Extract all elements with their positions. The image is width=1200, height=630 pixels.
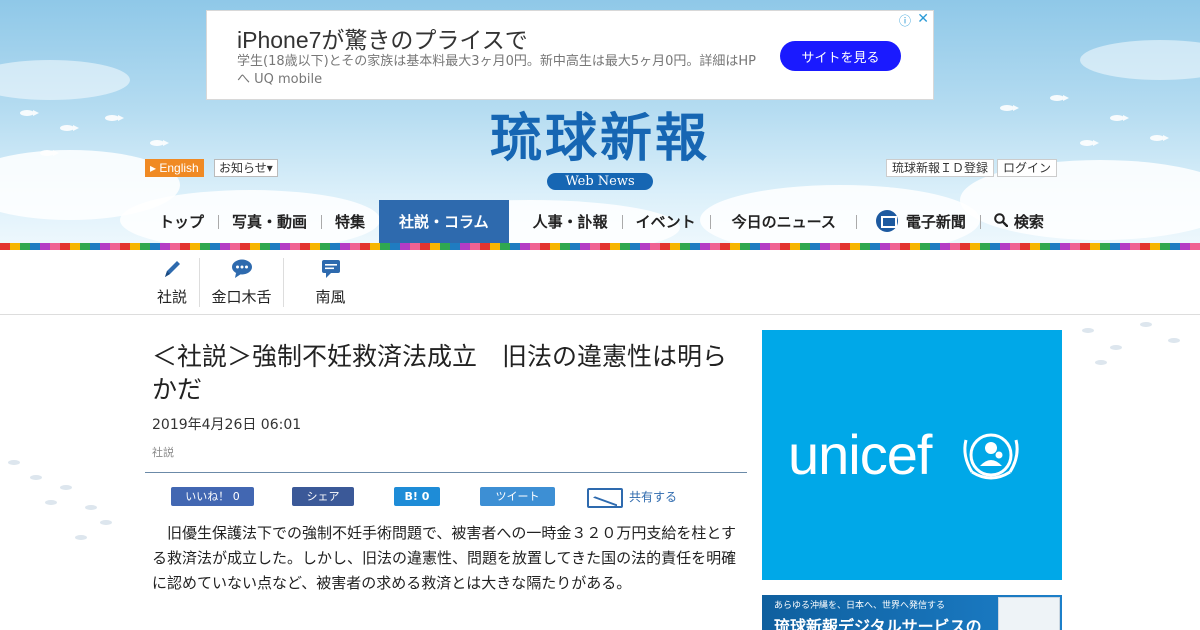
article-date: 2019年4月26日 06:01 [152,417,302,433]
notice-label: お知らせ [219,161,267,175]
logo-wordmark: 琉球新報 [489,108,710,169]
play-arrow-icon: ▸ [150,161,160,175]
divider [145,472,747,473]
mail-icon [587,487,623,508]
ad-title[interactable]: iPhone7が驚きのプライスで [237,21,528,55]
decorative-band [0,243,1200,250]
ad-choices-icon[interactable]: ⓘ [899,12,911,29]
logo-subtitle: Web News [547,173,653,190]
nav-digital-paper-label: 電子新聞 [905,213,966,231]
ad-description[interactable]: 学生(18歳以下)とその家族は基本料最大3ヶ月0円。新中高生は最大5ヶ月0円。詳… [237,53,757,89]
screen-preview-image [998,597,1060,630]
article: ＜社説＞強制不妊救済法成立 旧法の違憲性は明らかだ 2019年4月26日 06:… [145,340,747,596]
subnav-item-nanpu[interactable]: 南風 [283,258,377,307]
article-lead: 旧優生保護法下での強制不妊手術問題で、被害者への一時金３２０万円支給を柱とする救… [152,524,737,592]
caret-down-icon: ▾ [266,161,273,175]
id-register-button[interactable]: 琉球新報ＩＤ登録 [886,159,995,177]
banner-tagline: あらゆる沖縄を、日本へ、世界へ発信する [774,601,946,611]
subnav-item-kinkuchi[interactable]: 金口木舌 [199,258,283,307]
nav-digital-paper[interactable]: 電子新聞 [855,200,980,244]
nav-todays-news[interactable]: 今日のニュース [709,200,856,244]
login-button[interactable]: ログイン [997,159,1058,177]
subnav-label-kinkuchi: 金口木舌 [211,288,272,306]
advertisement-banner[interactable]: iPhone7が驚きのプライスで 学生(18歳以下)とその家族は基本料最大3ヶ月… [206,10,934,100]
subnav-label-nanpu: 南風 [315,288,346,306]
comment-icon [284,258,377,280]
hatena-bookmark-button[interactable]: B! 0 [394,487,440,506]
nav-events[interactable]: イベント [621,200,710,244]
nav-features[interactable]: 特集 [321,200,379,244]
notice-dropdown[interactable]: お知らせ▾ [214,159,278,177]
share-bar: いいね！ 0 シェア B! 0 ツイート 共有する [145,485,747,521]
digital-service-banner[interactable]: あらゆる沖縄を、日本へ、世界へ発信する 琉球新報デジタルサービスの [762,595,1062,630]
article-headline: ＜社説＞強制不妊救済法成立 旧法の違憲性は明らかだ [152,342,728,404]
article-category[interactable]: 社説 [145,444,747,460]
unicef-emblem-icon [958,426,1024,488]
nav-photo-video[interactable]: 写真・動画 [218,200,321,244]
banner-headline: 琉球新報デジタルサービスの [774,617,982,630]
mail-share-label: 共有する [629,490,678,504]
nav-editorial-column[interactable]: 社説・コラム [379,200,509,244]
subnav-label-editorial: 社説 [156,288,187,306]
english-button[interactable]: ▸ English [145,159,204,177]
facebook-share-button[interactable]: シェア [292,487,354,506]
ad-close-icon[interactable]: ✕ [917,11,929,27]
search-icon [994,200,1009,244]
subnav-item-editorial[interactable]: 社説 [145,258,199,307]
site-logo[interactable]: 琉球新報 Web News [450,108,750,190]
facebook-like-button[interactable]: いいね！ 0 [171,487,254,506]
tweet-button[interactable]: ツイート [480,487,555,506]
main-nav: トップ 写真・動画 特集 社説・コラム 人事・訃報 イベント 今日のニュース 電… [145,200,1058,244]
unicef-ad[interactable]: unicef [762,330,1062,580]
unicef-wordmark: unicef [788,423,932,486]
digital-newspaper-icon [875,209,898,232]
subnav-area: 社説 金口木舌 南風 [0,250,1200,315]
nav-top[interactable]: トップ [145,200,218,244]
nav-search-label: 検索 [1013,213,1044,231]
subnav: 社説 金口木舌 南風 [145,258,377,307]
mail-share-link[interactable]: 共有する [587,485,677,509]
speech-bubble-icon [200,258,283,280]
nav-search[interactable]: 検索 [979,200,1058,244]
nav-personnel-obituaries[interactable]: 人事・訃報 [509,200,622,244]
english-label: English [159,161,199,175]
pen-icon [145,258,199,280]
ad-visit-site-button[interactable]: サイトを見る [780,41,901,71]
